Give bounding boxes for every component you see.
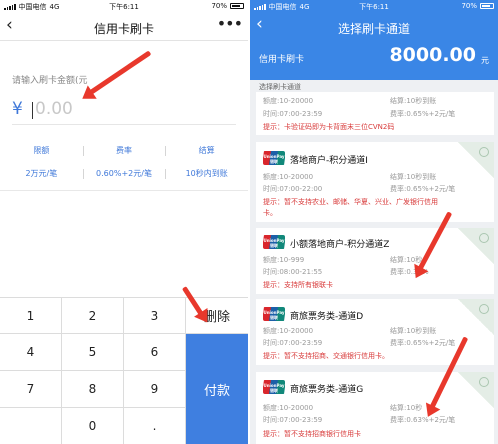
channel-header: 中国电信 4G 下午6:11 70% ‹ 选择刷卡通道 信用卡刷卡 8000.0… xyxy=(250,0,498,80)
channel-hours: 时间:07:00-22:00 xyxy=(263,185,323,193)
channel-tip: 提示：暂不支持农业、邮储、华夏、兴业、广发银行信用 xyxy=(263,198,438,206)
info-value-row: 2万元/笔 0.60%+2元/笔 10秒内到账 xyxy=(0,168,248,179)
channel-rate: 费率:0.65%+2元/笔 xyxy=(390,185,456,193)
info-value: 0.60%+2元/笔 xyxy=(82,168,166,179)
info-header-row: 限额 费率 结算 xyxy=(0,145,248,156)
battery-icon xyxy=(480,3,494,9)
channel-tip: 提示：支持所有银联卡 xyxy=(263,281,333,289)
status-bar: 中国电信 4G 下午6:11 70% xyxy=(250,0,498,13)
stamp-icon xyxy=(458,228,494,264)
channel-name: 落地商户-积分通道I xyxy=(290,156,368,166)
channel-settle: 结算:10秒到账 xyxy=(390,97,437,105)
battery-group: 70% xyxy=(211,2,244,10)
channel-hours: 时间:07:00-23:59 xyxy=(263,416,323,424)
divider xyxy=(0,190,248,191)
channel-rate: 费率:0.63%+2元/笔 xyxy=(390,416,456,424)
info-value: 10秒内到账 xyxy=(165,168,248,179)
amount-unit: 元 xyxy=(481,56,489,65)
info-header: 费率 xyxy=(82,145,166,156)
channel-tip: 提示：暂不支持招商银行信用卡 xyxy=(263,430,361,438)
channel-quota: 额度:10-20000 xyxy=(263,327,314,335)
page-title: 信用卡刷卡 xyxy=(93,22,154,36)
battery-icon xyxy=(230,3,244,9)
channel-settle: 结算:10秒 xyxy=(390,256,423,264)
channel-card[interactable]: UnionPay 银联 商旅票务类-通道G 额度:10-20000 结算:10秒… xyxy=(256,372,494,444)
channel-hours: 时间:08:00-21:55 xyxy=(263,268,323,276)
credit-card-swipe-screen: 中国电信 4G 下午6:11 70% ‹ 信用卡刷卡 ••• 请输入刷卡金额(元… xyxy=(0,0,248,444)
channel-settle: 结算:10秒到账 xyxy=(390,173,437,181)
channel-card[interactable]: UnionPay 银联 落地商户-积分通道I 额度:10-20000 结算:10… xyxy=(256,142,494,222)
status-bar: 中国电信 4G 下午6:11 70% xyxy=(0,0,248,13)
amount-placeholder: 0.00 xyxy=(35,99,73,119)
key-0[interactable]: 0 xyxy=(62,408,124,444)
pay-button[interactable]: 付款 xyxy=(186,334,248,444)
channel-tip: 卡。 xyxy=(263,209,277,217)
key-dot[interactable]: . xyxy=(124,408,186,444)
unionpay-logo-icon: UnionPay 银联 xyxy=(263,307,285,321)
stamp-icon xyxy=(458,142,494,178)
channel-name: 商旅票务类-通道G xyxy=(290,385,364,395)
battery-group: 70% xyxy=(461,2,494,10)
unionpay-logo-icon: UnionPay 银联 xyxy=(263,151,285,165)
nav-bar: ‹ 信用卡刷卡 ••• xyxy=(0,13,248,41)
channel-settle: 结算:10秒 xyxy=(390,404,423,412)
key-7[interactable]: 7 xyxy=(0,371,62,408)
key-4[interactable]: 4 xyxy=(0,334,62,371)
channel-hours: 时间:07:00-23:59 xyxy=(263,110,323,118)
channel-rate: 费率:0.65%+2元/笔 xyxy=(390,110,456,118)
key-3[interactable]: 3 xyxy=(124,298,186,334)
unionpay-logo-text: UnionPay 银联 xyxy=(263,383,285,393)
key-6[interactable]: 6 xyxy=(124,334,186,371)
channel-tip: 提示：暂不支持招商、交通银行信用卡。 xyxy=(263,352,389,360)
channel-quota: 额度:10-20000 xyxy=(263,173,314,181)
select-channel-screen: 中国电信 4G 下午6:11 70% ‹ 选择刷卡通道 信用卡刷卡 8000.0… xyxy=(250,0,498,444)
channel-quota: 额度:10-20000 xyxy=(263,404,314,412)
stamp-icon xyxy=(458,372,494,408)
channel-tip: 提示：卡验证码即为卡背面末三位CVN2码 xyxy=(263,123,395,131)
info-value: 2万元/笔 xyxy=(25,169,58,178)
unionpay-logo-icon: UnionPay 银联 xyxy=(263,380,285,394)
amount-label: 请输入刷卡金额(元 xyxy=(12,76,88,86)
channel-card[interactable]: UnionPay 银联 小额落地商户-积分通道Z 额度:10-999 结算:10… xyxy=(256,228,494,294)
channel-quota: 额度:10-20000 xyxy=(263,97,314,105)
info-header: 限额 xyxy=(33,146,50,155)
currency-symbol: ¥ xyxy=(12,99,23,119)
unionpay-logo-text: UnionPay 银联 xyxy=(263,310,285,320)
annotation-arrow xyxy=(87,50,152,96)
unionpay-logo-icon: UnionPay 银联 xyxy=(263,235,285,249)
key-blank xyxy=(0,408,62,444)
key-5[interactable]: 5 xyxy=(62,334,124,371)
channel-settle: 结算:10秒到账 xyxy=(390,327,437,335)
amount-input[interactable]: ¥ 0.00 xyxy=(12,99,236,125)
unionpay-logo-text: UnionPay 银联 xyxy=(263,154,285,164)
channel-rate: 费率:0.65%+2元/笔 xyxy=(390,339,456,347)
key-9[interactable]: 9 xyxy=(124,371,186,408)
channel-hours: 时间:07:00-23:59 xyxy=(263,339,323,347)
stamp-icon xyxy=(458,299,494,335)
info-header: 结算 xyxy=(165,145,248,156)
channel-name: 小额落地商户-积分通道Z xyxy=(290,240,390,250)
battery-percent: 70% xyxy=(211,2,227,10)
swipe-amount: 8000.00 xyxy=(389,44,476,66)
key-8[interactable]: 8 xyxy=(62,371,124,408)
key-2[interactable]: 2 xyxy=(62,298,124,334)
key-1[interactable]: 1 xyxy=(0,298,62,334)
text-caret xyxy=(32,102,33,119)
channel-card[interactable]: 额度:10-20000 结算:10秒到账 时间:07:00-23:59 费率:0… xyxy=(256,92,494,135)
channel-quota: 额度:10-999 xyxy=(263,256,305,264)
screenshot-root: 中国电信 4G 下午6:11 70% ‹ 信用卡刷卡 ••• 请输入刷卡金额(元… xyxy=(0,0,498,444)
page-title: 选择刷卡通道 xyxy=(337,22,410,36)
battery-percent: 70% xyxy=(461,2,477,10)
unionpay-logo-text: UnionPay 银联 xyxy=(263,238,285,248)
more-icon[interactable]: ••• xyxy=(217,14,243,33)
channel-name: 商旅票务类-通道D xyxy=(290,312,364,322)
section-label: 选择刷卡通道 xyxy=(259,83,301,91)
card-type-label: 信用卡刷卡 xyxy=(259,55,305,65)
